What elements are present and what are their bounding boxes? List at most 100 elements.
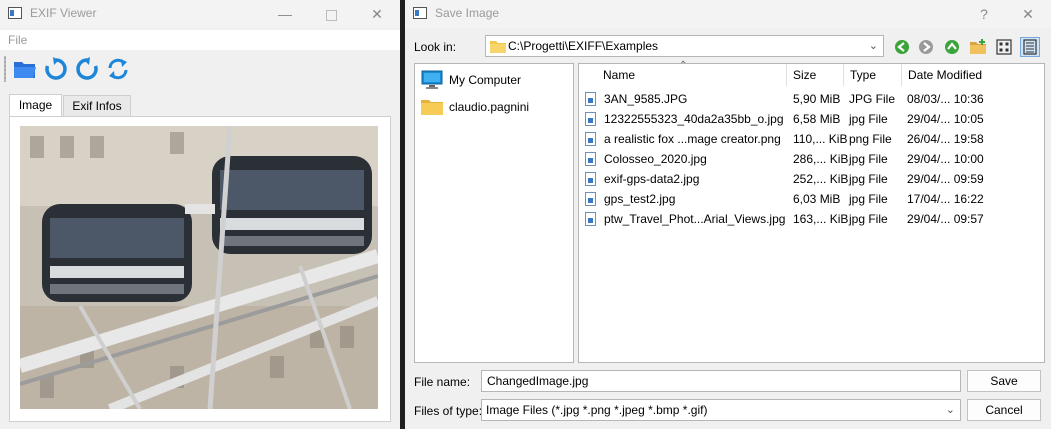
file-row[interactable]: exif-gps-data2.jpg 252,... KiB jpg File … xyxy=(579,169,1045,189)
file-type: jpg File xyxy=(849,192,888,206)
file-row[interactable]: gps_test2.jpg 6,03 MiB jpg File 17/04/..… xyxy=(579,189,1045,209)
file-date: 29/04/... 09:59 xyxy=(907,172,984,186)
file-type: jpg File xyxy=(849,212,888,226)
file-name-field[interactable] xyxy=(481,370,961,392)
rotate-clockwise-icon xyxy=(45,57,67,80)
parent-directory-button[interactable] xyxy=(942,37,962,57)
file-size: 286,... KiB xyxy=(793,152,849,166)
arrow-up-icon xyxy=(945,40,959,54)
folder-icon xyxy=(490,41,506,53)
ferris-wheel-photo xyxy=(20,126,378,409)
app-icon xyxy=(8,7,22,19)
minimize-button[interactable]: — xyxy=(262,0,308,28)
maximize-icon xyxy=(325,9,337,21)
file-row[interactable]: 3AN_9585.JPG 5,90 MiB JPG File 08/03/...… xyxy=(579,89,1045,109)
file-type: JPG File xyxy=(849,92,896,106)
file-date: 29/04/... 10:05 xyxy=(907,112,984,126)
file-list: Name ⌃ Size Type Date Modified 3AN_9585.… xyxy=(578,60,1045,363)
help-button[interactable]: ? xyxy=(961,0,1007,28)
file-size: 110,... KiB xyxy=(793,132,848,146)
cancel-button[interactable]: Cancel xyxy=(967,399,1041,421)
look-in-path: C:\Progetti\EXIFF\Examples xyxy=(508,39,659,53)
file-size: 6,03 MiB xyxy=(793,192,841,206)
file-date: 17/04/... 16:22 xyxy=(907,192,984,206)
forward-button[interactable] xyxy=(916,37,936,57)
file-size: 5,90 MiB xyxy=(793,92,841,106)
file-size: 6,58 MiB xyxy=(793,112,841,126)
file-row[interactable]: a realistic fox ...mage creator.png 110,… xyxy=(579,129,1045,149)
grid-view-icon xyxy=(996,39,1012,55)
file-name: 3AN_9585.JPG xyxy=(604,92,688,106)
image-file-icon xyxy=(585,172,596,186)
image-tab-panel xyxy=(9,116,391,422)
sidebar-item-user-folder[interactable]: claudio.pagnini xyxy=(421,97,571,119)
image-file-icon xyxy=(585,192,596,206)
detail-view-icon xyxy=(1023,39,1037,55)
maximize-button[interactable] xyxy=(308,0,354,28)
image-preview xyxy=(20,126,378,409)
file-type-combo[interactable]: Image Files (*.jpg *.png *.jpeg *.bmp *.… xyxy=(481,399,961,421)
back-button[interactable] xyxy=(892,37,912,57)
folder-open-icon xyxy=(14,62,36,78)
file-size: 163,... KiB xyxy=(793,212,849,226)
refresh-icon xyxy=(108,58,128,80)
dialog-title: Save Image xyxy=(435,6,500,20)
image-file-icon xyxy=(585,152,596,166)
list-view-button[interactable] xyxy=(994,37,1014,57)
rotate-counterclockwise-button[interactable] xyxy=(74,56,100,82)
column-header-size[interactable]: Size xyxy=(787,64,844,86)
close-button[interactable]: ✕ xyxy=(354,0,400,28)
open-button[interactable] xyxy=(12,56,38,82)
sidebar-item-label: claudio.pagnini xyxy=(449,100,530,114)
file-date: 29/04/... 10:00 xyxy=(907,152,984,166)
column-header-date[interactable]: Date Modified xyxy=(902,64,1044,86)
dialog-close-button[interactable]: ✕ xyxy=(1005,0,1051,28)
chevron-down-icon: ⌄ xyxy=(945,404,955,416)
exif-viewer-titlebar: EXIF Viewer — ✕ xyxy=(0,0,400,28)
file-name: ptw_Travel_Phot...Arial_Views.jpg xyxy=(604,212,786,226)
rotate-clockwise-button[interactable] xyxy=(43,56,69,82)
file-name-input[interactable] xyxy=(482,371,960,391)
computer-icon xyxy=(421,70,443,89)
file-size: 252,... KiB xyxy=(793,172,849,186)
menu-file[interactable]: File xyxy=(8,33,27,47)
file-type: png File xyxy=(849,132,892,146)
look-in-combo[interactable]: C:\Progetti\EXIFF\Examples ⌄ xyxy=(485,35,884,57)
image-file-icon xyxy=(585,212,596,226)
file-type: jpg File xyxy=(849,152,888,166)
sort-ascending-icon: ⌃ xyxy=(679,60,688,71)
file-row[interactable]: 12322555323_40da2a35bb_o.jpg 6,58 MiB jp… xyxy=(579,109,1045,129)
file-date: 29/04/... 09:57 xyxy=(907,212,984,226)
file-type: jpg File xyxy=(849,112,888,126)
column-header-type[interactable]: Type xyxy=(844,64,902,86)
sidebar-item-label: My Computer xyxy=(449,73,522,87)
tab-image[interactable]: Image xyxy=(9,94,62,117)
tab-exif-infos[interactable]: Exif Infos xyxy=(63,95,131,116)
arrow-back-icon xyxy=(895,40,909,54)
main-toolbar xyxy=(0,52,400,86)
exif-viewer-window: EXIF Viewer — ✕ File Image Exif Infos xyxy=(0,0,400,429)
file-name: gps_test2.jpg xyxy=(604,192,676,206)
window-title: EXIF Viewer xyxy=(30,6,97,20)
file-name: a realistic fox ...mage creator.png xyxy=(604,132,781,146)
file-row[interactable]: ptw_Travel_Phot...Arial_Views.jpg 163,..… xyxy=(579,209,1045,229)
detail-view-button[interactable] xyxy=(1020,37,1040,57)
dialog-icon xyxy=(413,7,427,19)
sidebar-item-my-computer[interactable]: My Computer xyxy=(421,70,571,92)
save-image-dialog: Save Image ? ✕ Look in: C:\Progetti\EXIF… xyxy=(405,0,1051,429)
file-row[interactable]: Colosseo_2020.jpg 286,... KiB jpg File 2… xyxy=(579,149,1045,169)
file-list-header: Name ⌃ Size Type Date Modified xyxy=(579,60,1044,86)
new-folder-button[interactable] xyxy=(968,37,988,57)
folder-icon xyxy=(421,100,443,115)
file-type: jpg File xyxy=(849,172,888,186)
toolbar-grip[interactable] xyxy=(4,56,6,82)
save-dialog-titlebar: Save Image ? ✕ xyxy=(405,0,1051,28)
refresh-button[interactable] xyxy=(105,56,131,82)
file-date: 08/03/... 10:36 xyxy=(907,92,984,106)
image-file-icon xyxy=(585,112,596,126)
file-name: Colosseo_2020.jpg xyxy=(604,152,707,166)
file-type-value: Image Files (*.jpg *.png *.jpeg *.bmp *.… xyxy=(486,403,708,417)
save-button[interactable]: Save xyxy=(967,370,1041,392)
files-of-type-label: Files of type: xyxy=(414,404,483,418)
image-file-icon xyxy=(585,132,596,146)
